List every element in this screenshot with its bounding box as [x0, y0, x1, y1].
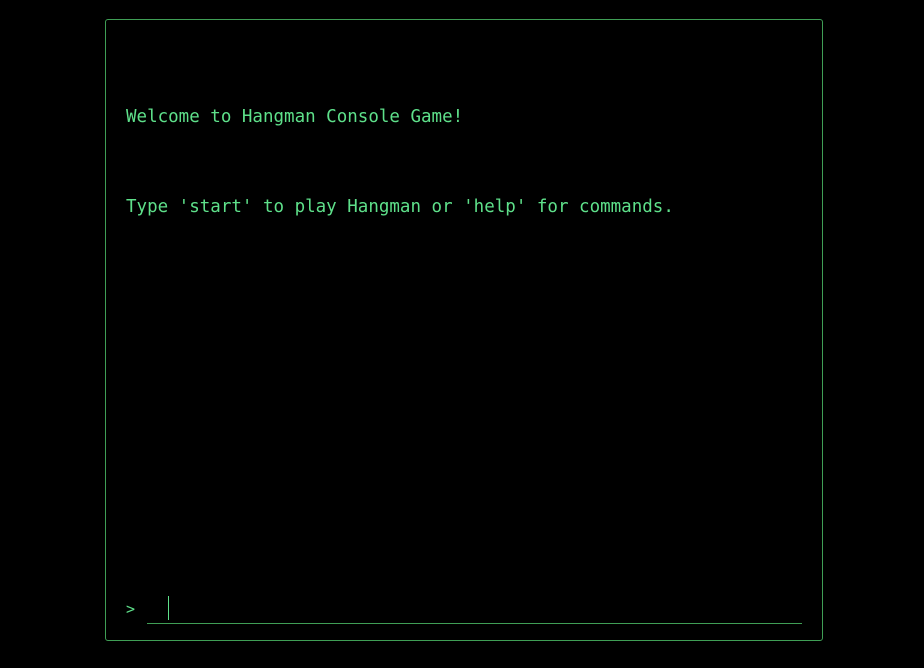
command-input-row: >	[126, 594, 802, 624]
text-caret	[168, 596, 169, 620]
output-line-welcome: Welcome to Hangman Console Game!	[126, 107, 464, 127]
console-window: Welcome to Hangman Console Game! Type 's…	[105, 19, 823, 641]
prompt-symbol: >	[126, 600, 136, 618]
command-input[interactable]	[147, 594, 802, 624]
output-line-instructions: Type 'start' to play Hangman or 'help' f…	[126, 197, 674, 217]
console-output: Welcome to Hangman Console Game! Type 's…	[126, 42, 802, 282]
